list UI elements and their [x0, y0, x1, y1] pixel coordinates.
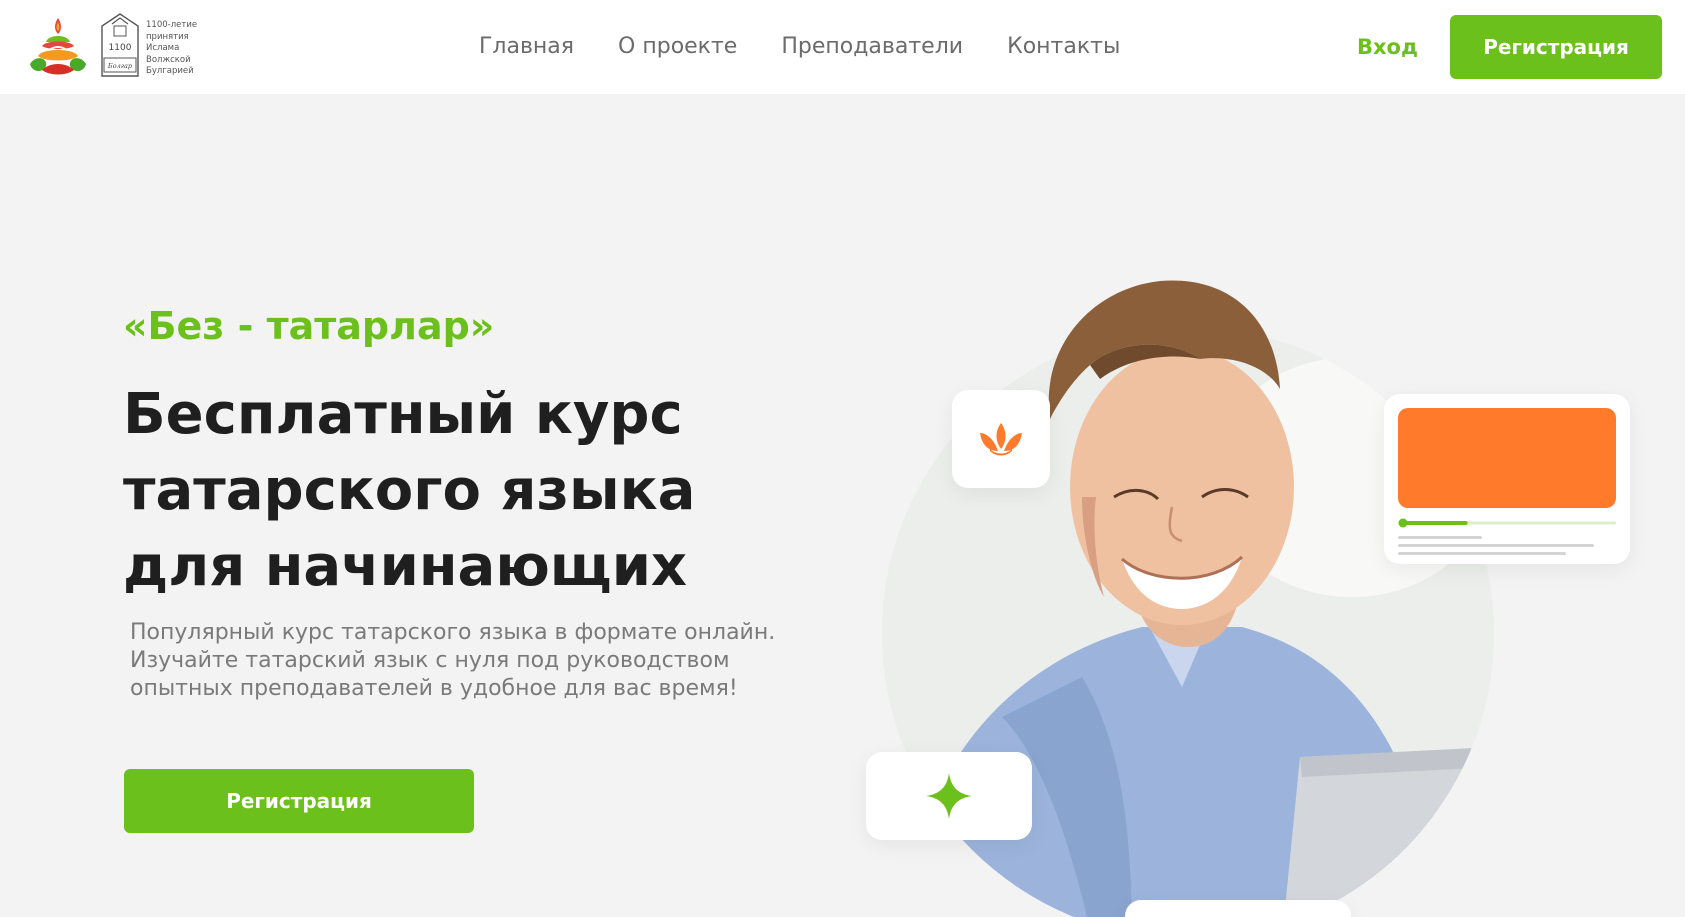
text-lines-placeholder [1398, 536, 1594, 555]
sparkle-star-icon [926, 773, 972, 819]
hero-title: Бесплатный курс татарского языка для нач… [123, 382, 696, 599]
main-nav: Главная О проекте Преподаватели Контакты [479, 32, 1120, 62]
login-link[interactable]: Вход [1357, 32, 1418, 62]
nav-link-contacts[interactable]: Контакты [1007, 32, 1120, 62]
nav-link-about[interactable]: О проекте [618, 32, 737, 62]
logo-caption: 1100-летие принятия Ислама Волжской Булг… [146, 20, 198, 76]
hero-description: Популярный курс татарского языка в форма… [130, 620, 776, 701]
tulip-icon [980, 423, 1022, 456]
svg-text:1100: 1100 [109, 43, 132, 53]
hero-kicker: «Без - татарлар» [123, 304, 495, 348]
tatar-ornament-logo-icon[interactable] [24, 12, 92, 80]
hero-register-button[interactable]: Регистрация [124, 769, 474, 833]
star-card [866, 752, 1032, 840]
bottom-card [1125, 900, 1351, 917]
video-thumbnail [1398, 408, 1616, 508]
nav-link-home[interactable]: Главная [479, 32, 574, 62]
nav-link-teachers[interactable]: Преподаватели [781, 32, 963, 62]
site-header: 1100 Болгар 1100-летие принятия Ислама В… [0, 0, 1685, 94]
svg-text:Болгар: Болгар [107, 62, 133, 70]
progress-bar [1398, 518, 1616, 528]
tulip-card [952, 390, 1050, 488]
header-register-button[interactable]: Регистрация [1450, 15, 1662, 79]
video-lesson-card [1384, 394, 1630, 564]
bulgar-1100-badge-icon[interactable]: 1100 Болгар [98, 12, 142, 78]
hero-section: «Без - татарлар» Бесплатный курс татарск… [0, 94, 1685, 917]
hair-icon [1048, 280, 1280, 419]
